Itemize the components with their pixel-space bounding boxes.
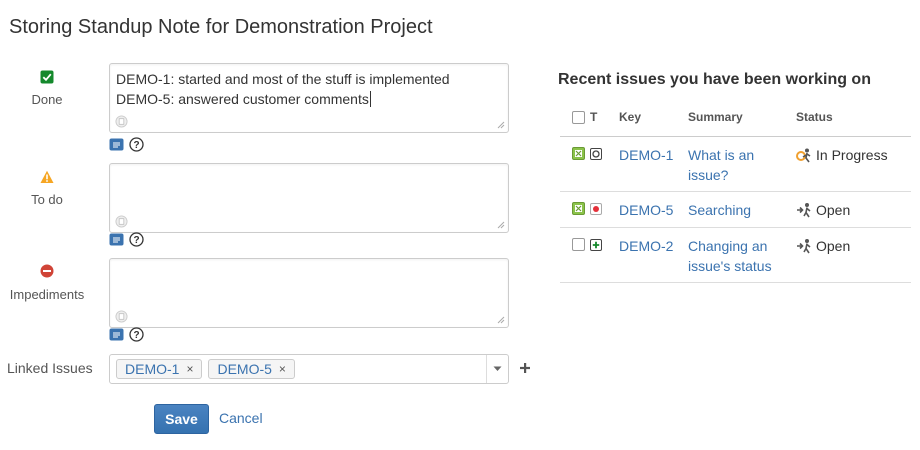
open-icon xyxy=(797,238,811,253)
recent-issues-title: Recent issues you have been working on xyxy=(558,71,871,88)
table-row: DEMO-1 What is an issue? In Progress xyxy=(560,136,911,192)
status-badge: Open xyxy=(796,236,850,256)
resize-grip-icon[interactable] xyxy=(496,315,505,324)
impediments-label: Impediments xyxy=(9,287,85,302)
checked-checkbox-icon[interactable] xyxy=(572,202,585,216)
bug-icon xyxy=(590,202,602,215)
help-icon[interactable]: ? xyxy=(129,231,144,247)
cancel-link[interactable]: Cancel xyxy=(219,410,263,426)
svg-text:?: ? xyxy=(133,140,139,151)
warning-icon xyxy=(40,170,54,183)
remove-chip-icon[interactable]: × xyxy=(186,362,193,376)
issue-chip-key: DEMO-5 xyxy=(217,361,272,377)
issue-summary-link[interactable]: Searching xyxy=(688,202,751,218)
done-line-1: DEMO-1: started and most of the stuff is… xyxy=(116,71,450,87)
resize-grip-icon[interactable] xyxy=(496,120,505,129)
status-text: Open xyxy=(816,201,851,218)
issue-chip-key: DEMO-1 xyxy=(125,361,180,377)
issue-key-link[interactable]: DEMO-5 xyxy=(619,202,673,218)
row-checkbox[interactable] xyxy=(572,238,585,252)
impediments-toolbar: ? xyxy=(109,326,144,342)
status-badge: Open xyxy=(796,200,850,220)
done-textarea[interactable]: DEMO-1: started and most of the stuff is… xyxy=(109,63,509,133)
add-link-icon[interactable] xyxy=(518,361,532,375)
remove-chip-icon[interactable]: × xyxy=(279,362,286,376)
status-badge: In Progress xyxy=(796,145,888,165)
blocked-icon xyxy=(40,264,54,278)
editor-toggle-icon[interactable] xyxy=(109,327,124,342)
issue-key-link[interactable]: DEMO-1 xyxy=(619,147,673,163)
text-caret xyxy=(369,91,371,107)
table-row: DEMO-2 Changing an issue's status Open xyxy=(560,227,911,283)
check-icon xyxy=(40,70,54,84)
svg-text:?: ? xyxy=(133,235,139,246)
linked-issues-label: Linked Issues xyxy=(7,360,93,376)
editor-toggle-icon[interactable] xyxy=(109,232,124,247)
help-icon[interactable]: ? xyxy=(129,326,144,342)
table-row: DEMO-5 Searching Open xyxy=(560,191,911,228)
issue-chip: DEMO-5 × xyxy=(208,359,295,379)
open-icon xyxy=(797,202,811,217)
in-progress-icon xyxy=(796,148,811,162)
circle-icon xyxy=(115,215,128,228)
column-header-status: Status xyxy=(796,98,911,137)
svg-text:?: ? xyxy=(133,330,139,341)
status-text: In Progress xyxy=(816,146,888,163)
impediments-textarea[interactable] xyxy=(109,258,509,328)
done-line-2: DEMO-5: answered customer comments xyxy=(116,91,369,107)
issue-summary-link[interactable]: Changing an issue's status xyxy=(688,238,772,274)
circle-icon xyxy=(115,115,128,128)
linked-issues-picker[interactable]: DEMO-1 × DEMO-5 × xyxy=(109,354,509,384)
issue-key-link[interactable]: DEMO-2 xyxy=(619,238,673,254)
improvement-icon xyxy=(590,238,602,251)
save-button[interactable]: Save xyxy=(154,404,209,434)
done-toolbar: ? xyxy=(109,136,144,152)
issue-summary-link[interactable]: What is an issue? xyxy=(688,147,754,183)
picker-dropdown-button[interactable] xyxy=(486,355,508,383)
help-icon[interactable]: ? xyxy=(129,136,144,152)
chevron-down-icon xyxy=(493,366,502,371)
status-text: Open xyxy=(816,237,851,254)
recent-issues-table: T Key Summary Status DEMO-1 What is an i… xyxy=(560,98,911,283)
todo-textarea[interactable] xyxy=(109,163,509,233)
todo-label: To do xyxy=(31,192,63,207)
column-header-type: T xyxy=(590,98,619,137)
page-title: Storing Standup Note for Demonstration P… xyxy=(9,16,433,38)
todo-toolbar: ? xyxy=(109,231,144,247)
done-label: Done xyxy=(31,92,63,107)
issue-chip: DEMO-1 × xyxy=(116,359,203,379)
editor-toggle-icon[interactable] xyxy=(109,137,124,152)
table-header-row: T Key Summary Status xyxy=(560,98,911,137)
task-icon xyxy=(590,147,602,160)
circle-icon xyxy=(115,310,128,323)
resize-grip-icon[interactable] xyxy=(496,220,505,229)
checked-checkbox-icon[interactable] xyxy=(572,147,585,161)
column-header-key: Key xyxy=(619,98,688,137)
select-all-header xyxy=(560,98,590,137)
select-all-checkbox[interactable] xyxy=(572,110,585,124)
column-header-summary: Summary xyxy=(688,98,796,137)
